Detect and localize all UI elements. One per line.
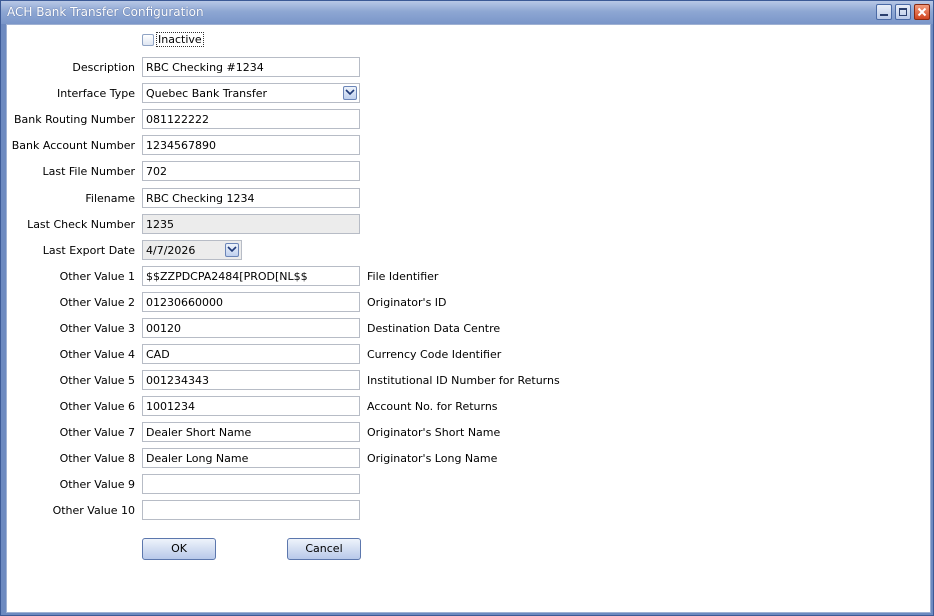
other-value-field[interactable] [142,500,360,520]
routing-number-field[interactable]: 081122222 [142,109,360,129]
other-value-field[interactable]: 1001234 [142,396,360,416]
interface-type-dropdown-button[interactable] [343,86,357,100]
chevron-down-icon [227,246,237,253]
interface-type-value: Quebec Bank Transfer [146,87,268,100]
filename-label: Filename [85,192,135,205]
date-dropdown-button[interactable] [225,243,239,257]
last-export-date-value: 4/7/2026 [146,244,196,257]
last-export-label: Last Export Date [42,244,135,257]
inactive-label[interactable]: Inactive [156,32,204,47]
description-field[interactable]: RBC Checking #1234 [142,57,360,77]
ok-button[interactable]: OK [142,538,216,560]
other-value-description: Originator's Long Name [367,452,498,465]
other-value-label: Other Value 4 [59,348,135,361]
dialog-window: ACH Bank Transfer Configuration Inactive… [0,0,934,616]
maximize-button[interactable] [895,4,911,20]
inactive-checkbox[interactable] [142,34,154,46]
other-value-label: Other Value 7 [59,426,135,439]
other-value-field[interactable]: 00120 [142,318,360,338]
cancel-button[interactable]: Cancel [287,538,361,560]
other-value-field[interactable]: 001234343 [142,370,360,390]
other-value-field[interactable] [142,474,360,494]
other-value-field[interactable]: 01230660000 [142,292,360,312]
interface-type-select[interactable]: Quebec Bank Transfer [142,83,360,103]
account-number-field[interactable]: 1234567890 [142,135,360,155]
description-label: Description [72,61,135,74]
last-file-number-field[interactable]: 702 [142,161,360,181]
other-value-description: Account No. for Returns [367,400,498,413]
last-check-label: Last Check Number [27,218,135,231]
other-value-field[interactable]: $$ZZPDCPA2484[PROD[NL$$ [142,266,360,286]
other-value-label: Other Value 8 [59,452,135,465]
other-value-description: Currency Code Identifier [367,348,502,361]
close-button[interactable] [914,4,930,20]
other-value-label: Other Value 1 [59,270,135,283]
close-icon [917,7,927,17]
other-value-label: Other Value 6 [59,400,135,413]
other-value-field[interactable]: Dealer Long Name [142,448,360,468]
other-value-description: Institutional ID Number for Returns [367,374,560,387]
other-value-description: File Identifier [367,270,439,283]
other-value-description: Originator's ID [367,296,447,309]
last-export-date-picker[interactable]: 4/7/2026 [142,240,242,260]
filename-field[interactable]: RBC Checking 1234 [142,188,360,208]
other-value-field[interactable]: Dealer Short Name [142,422,360,442]
interface-type-label: Interface Type [56,87,135,100]
window-title: ACH Bank Transfer Configuration [7,5,204,19]
routing-label: Bank Routing Number [14,113,135,126]
maximize-icon [899,8,907,16]
form-area: Inactive Description RBC Checking #1234 … [6,24,931,613]
other-value-label: Other Value 2 [59,296,135,309]
other-value-description: Originator's Short Name [367,426,501,439]
minimize-button[interactable] [876,4,892,20]
minimize-icon [880,14,888,16]
other-value-label: Other Value 9 [59,478,135,491]
other-value-label: Other Value 10 [52,504,135,517]
title-bar[interactable]: ACH Bank Transfer Configuration [1,1,933,24]
chevron-down-icon [345,89,355,96]
last-check-number-field: 1235 [142,214,360,234]
other-value-label: Other Value 5 [59,374,135,387]
other-value-label: Other Value 3 [59,322,135,335]
account-label: Bank Account Number [11,139,135,152]
other-value-field[interactable]: CAD [142,344,360,364]
last-file-label: Last File Number [42,165,135,178]
other-value-description: Destination Data Centre [367,322,501,335]
